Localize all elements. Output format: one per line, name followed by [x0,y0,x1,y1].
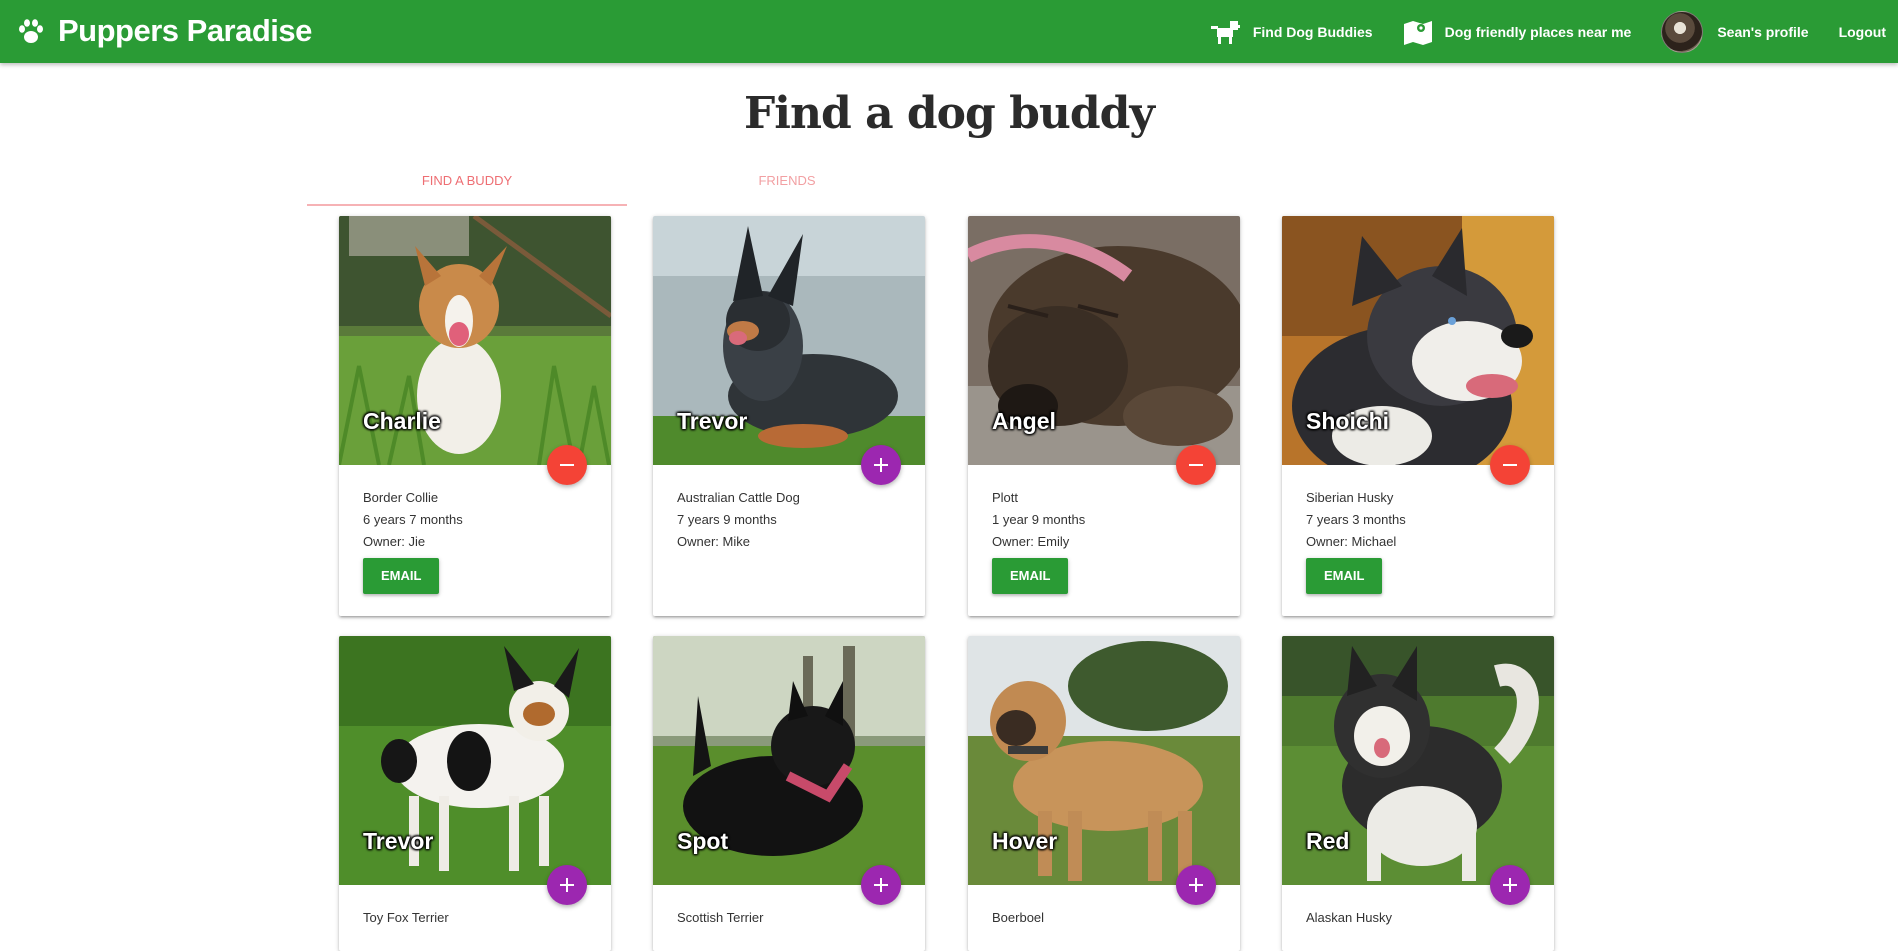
dog-name: Angel [992,408,1056,434]
card-content: Plott 1 year 9 months Owner: Emily Email [968,465,1240,616]
dog-name: Spot [677,828,729,854]
dog-photo: Charlie [339,216,611,465]
dog-owner: Owner: Michael [1306,534,1397,549]
add-buddy-button[interactable] [547,865,587,905]
dog-photo: Spot [653,636,925,885]
dog-photo: Hover [968,636,1240,885]
brand-title: Puppers Paradise [58,13,312,48]
dog-breed: Plott [992,490,1019,505]
dog-breed: Australian Cattle Dog [677,490,800,505]
nav-dog-friendly-places-label: Dog friendly places near me [1444,23,1632,40]
add-buddy-button[interactable] [1490,865,1530,905]
dog-age: 7 years 3 months [1306,512,1406,527]
avatar [1661,10,1704,53]
dog-icon [1210,20,1240,44]
tab-friends[interactable]: Friends [627,162,947,204]
tab-find-a-buddy[interactable]: Find a buddy [307,162,627,204]
dog-owner: Owner: Emily [992,534,1070,549]
nav-logout-label: Logout [1838,23,1886,40]
nav-profile-label: Sean's profile [1717,23,1809,40]
dog-name: Hover [992,828,1058,854]
dog-age: 7 years 9 months [677,512,777,527]
dog-card: Hover Boerboel [968,636,1240,951]
dog-photo: Shoichi [1282,216,1554,465]
plus-icon [1189,878,1203,892]
card-content: Australian Cattle Dog 7 years 9 months O… [653,465,925,616]
dog-photo: Red [1282,636,1554,885]
minus-icon [1503,464,1517,466]
add-buddy-button[interactable] [861,865,901,905]
dog-card: Spot Scottish Terrier [653,636,925,951]
dog-name: Charlie [363,408,441,434]
dog-breed: Boerboel [992,910,1045,925]
dog-card: Shoichi Siberian Husky 7 years 3 months … [1282,216,1554,616]
plus-icon [874,458,888,472]
dog-card: Charlie Border Collie 6 years 7 months O… [339,216,611,616]
remove-buddy-button[interactable] [1176,445,1216,485]
add-buddy-button[interactable] [861,445,901,485]
dog-photo: Trevor [339,636,611,885]
dog-breed: Alaskan Husky [1306,910,1392,925]
top-navbar: Puppers Paradise Find Dog Buddies Dog fr… [0,0,1898,63]
dog-card: Trevor Australian Cattle Dog 7 years 9 m… [653,216,925,616]
tab-indicator [307,204,627,206]
dog-breed: Toy Fox Terrier [363,910,449,925]
email-button[interactable]: Email [1306,558,1383,594]
email-button[interactable]: Email [363,558,440,594]
add-buddy-button[interactable] [1176,865,1216,905]
dog-age: 1 year 9 months [992,512,1086,527]
minus-icon [560,464,574,466]
plus-icon [1503,878,1517,892]
dog-breed: Siberian Husky [1306,490,1394,505]
dog-card: Angel Plott 1 year 9 months Owner: Emily… [968,216,1240,616]
card-content: Border Collie 6 years 7 months Owner: Ji… [339,465,611,616]
minus-icon [1189,464,1203,466]
page-title: Find a dog buddy [744,88,1155,139]
plus-icon [560,878,574,892]
dog-age: 6 years 7 months [363,512,463,527]
dog-name: Trevor [677,408,748,434]
map-icon [1403,20,1432,45]
dog-photo: Trevor [653,216,925,465]
brand[interactable]: Puppers Paradise [16,12,312,50]
dog-name: Trevor [363,828,434,854]
dog-photo: Angel [968,216,1240,465]
dog-card: Trevor Toy Fox Terrier [339,636,611,951]
dog-breed: Border Collie [363,490,439,505]
nav-logout[interactable]: Logout [1839,24,1886,40]
card-content: Siberian Husky 7 years 3 months Owner: M… [1282,465,1554,616]
plus-icon [874,878,888,892]
remove-buddy-button[interactable] [547,445,587,485]
dog-owner: Owner: Jie [363,534,426,549]
dog-name: Red [1306,828,1350,854]
dog-name: Shoichi [1306,408,1390,434]
dog-owner: Owner: Mike [677,534,750,549]
dog-breed: Scottish Terrier [677,910,764,925]
email-button[interactable]: Email [992,558,1069,594]
nav-dog-friendly-places[interactable]: Dog friendly places near me [1403,19,1632,45]
nav-find-dog-buddies[interactable]: Find Dog Buddies [1210,19,1373,45]
tab-bar: Find a buddy Friends [307,162,1554,206]
paw-icon [19,19,43,43]
nav-find-dog-buddies-label: Find Dog Buddies [1252,23,1373,40]
remove-buddy-button[interactable] [1490,445,1530,485]
nav-profile[interactable]: Sean's profile [1661,10,1809,53]
dog-card: Red Alaskan Husky [1282,636,1554,951]
